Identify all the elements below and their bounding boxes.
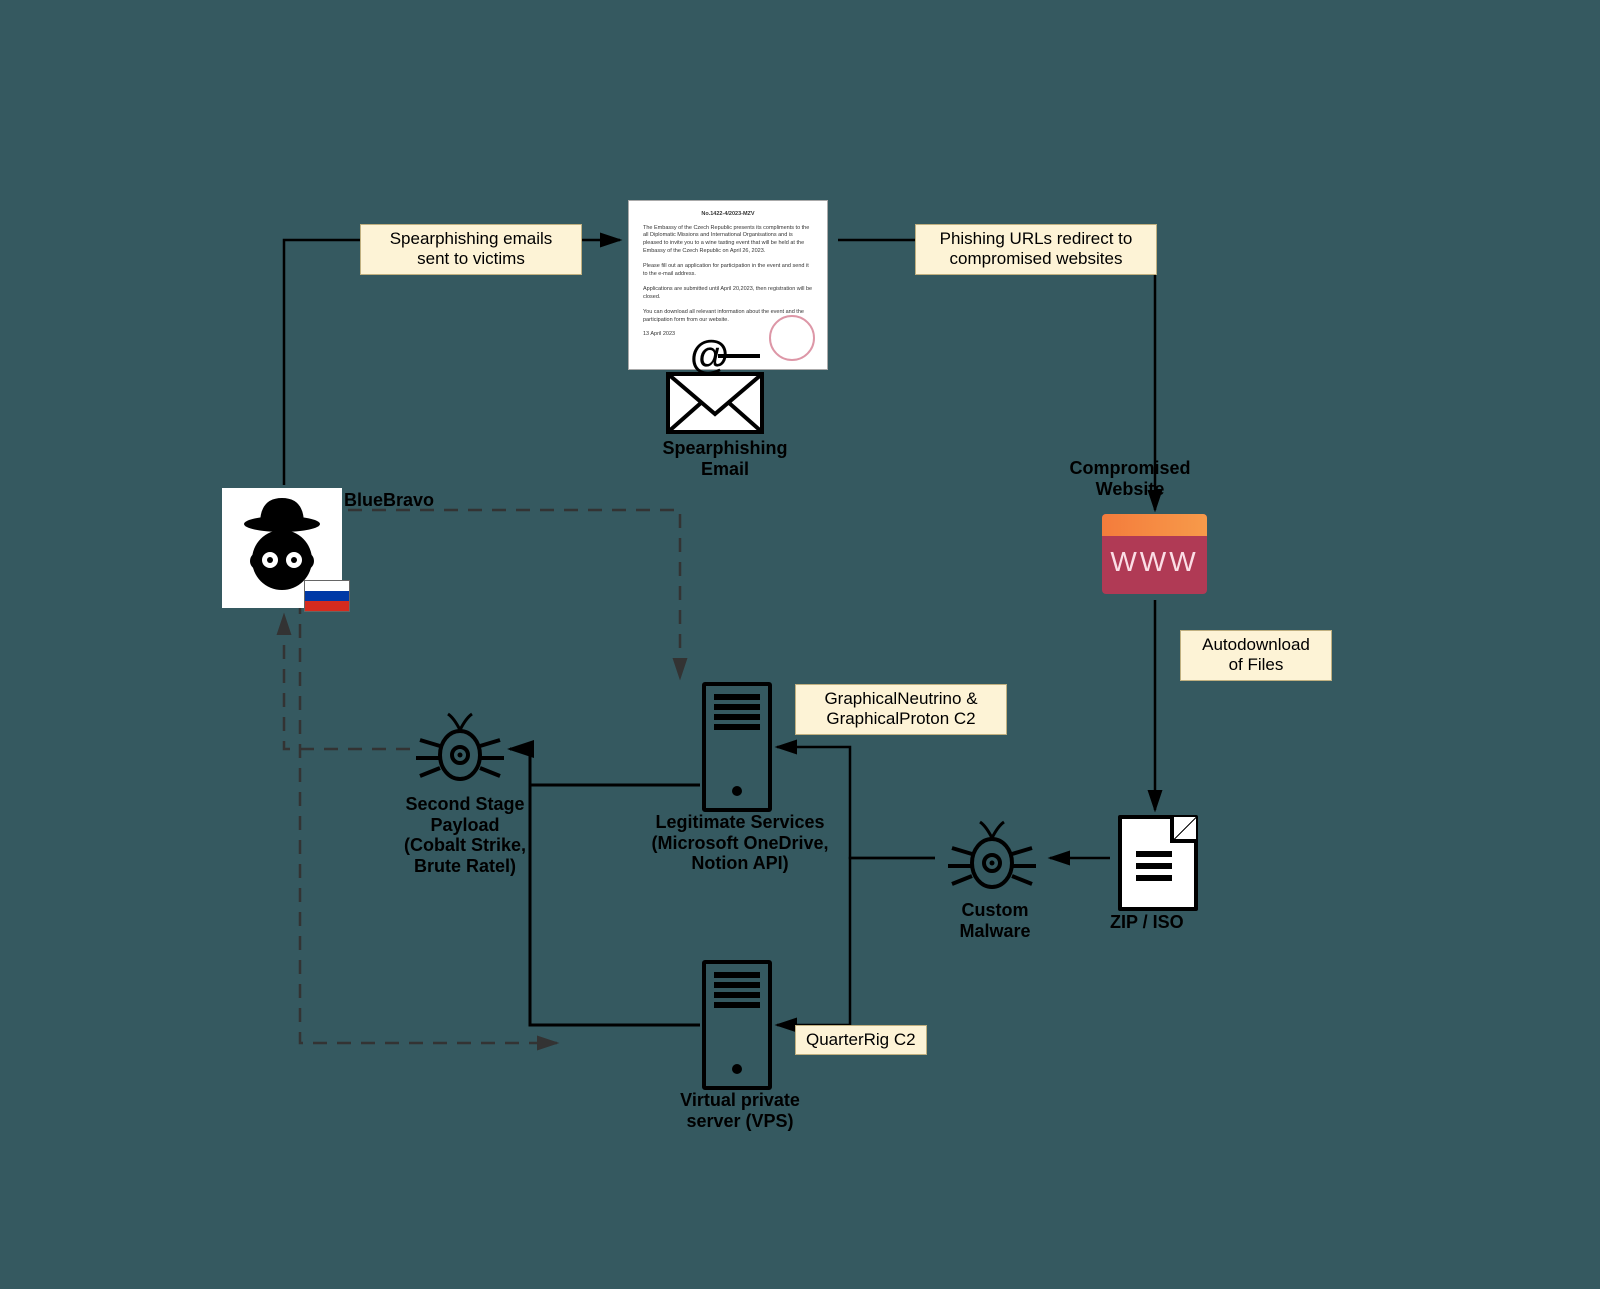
doc-body: The Embassy of the Czech Republic presen… [643, 225, 813, 325]
doc-header: No.1422-4/2023-MZV [643, 211, 813, 219]
www-icon: WWW [1102, 514, 1207, 594]
label-text: QuarterRig C2 [806, 1030, 916, 1049]
email-label: SpearphishingEmail [660, 438, 790, 479]
label-c2-graphical: GraphicalNeutrino &GraphicalProton C2 [795, 684, 1007, 735]
payload-label: Second StagePayload(Cobalt Strike,Brute … [395, 794, 535, 877]
russia-flag-icon [304, 580, 350, 612]
label-text: Phishing URLs redirect tocompromised web… [940, 229, 1133, 268]
website-label: CompromisedWebsite [1050, 458, 1210, 499]
vps-server-icon [702, 960, 772, 1090]
legit-services-label: Legitimate Services(Microsoft OneDrive,N… [640, 812, 840, 874]
label-autodownload: Autodownloadof Files [1180, 630, 1332, 681]
vps-label: Virtual privateserver (VPS) [670, 1090, 810, 1131]
label-text: GraphicalNeutrino &GraphicalProton C2 [824, 689, 977, 728]
stamp-icon [769, 315, 815, 361]
threat-actor-label: BlueBravo [344, 490, 434, 511]
label-text: Spearphishing emailssent to victims [390, 229, 553, 268]
label-text: Autodownloadof Files [1202, 635, 1310, 674]
label-c2-quarterrig: QuarterRig C2 [795, 1025, 927, 1055]
email-icon: @ [660, 336, 770, 436]
label-phishing-redirect: Phishing URLs redirect tocompromised web… [915, 224, 1157, 275]
file-icon [1118, 815, 1198, 911]
payload-bug-icon [410, 710, 510, 790]
malware-bug-icon [942, 818, 1042, 898]
label-spearphishing-sent: Spearphishing emailssent to victims [360, 224, 582, 275]
www-text: WWW [1102, 536, 1207, 578]
custom-malware-label: CustomMalware [955, 900, 1035, 941]
zip-label: ZIP / ISO [1110, 912, 1184, 933]
legit-server-icon [702, 682, 772, 812]
